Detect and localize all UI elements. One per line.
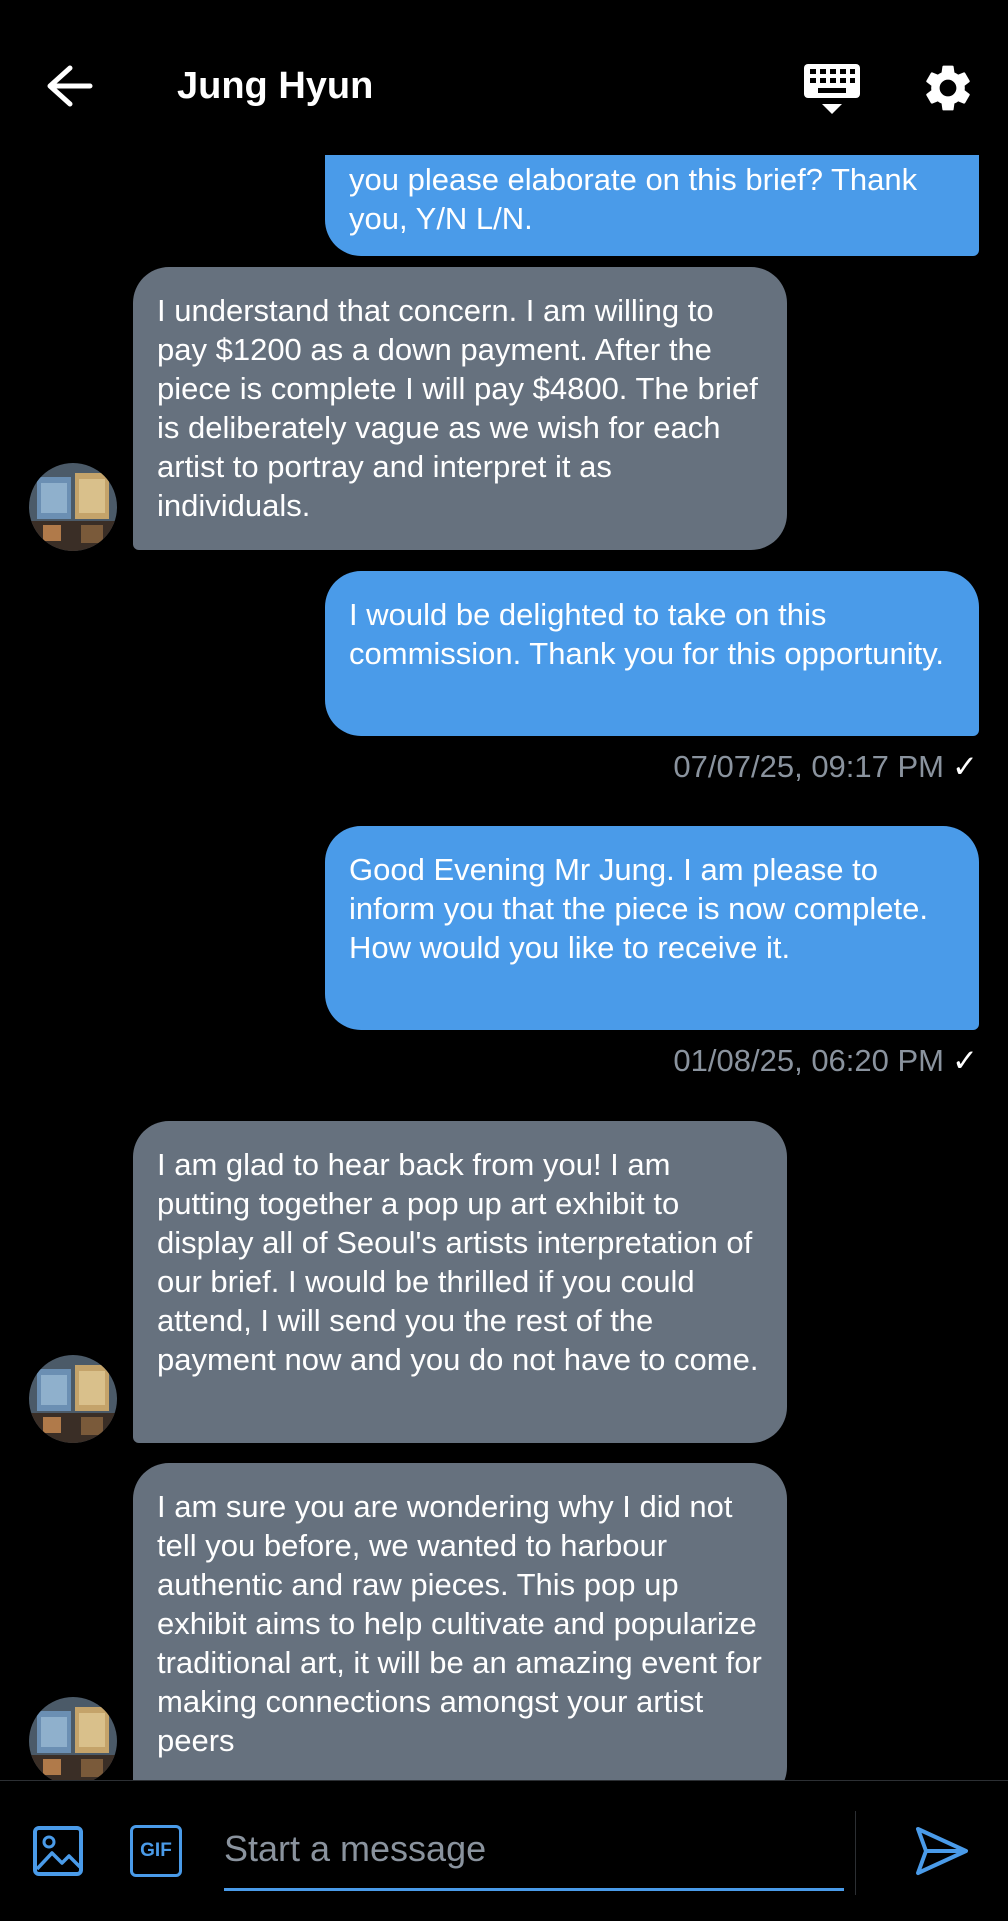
avatar[interactable] <box>29 1697 117 1780</box>
chat-header: Jung Hyun <box>0 0 1008 155</box>
avatar[interactable] <box>29 1355 117 1443</box>
outgoing-message[interactable]: you please elaborate on this brief? Than… <box>325 155 979 256</box>
gif-icon[interactable]: GIF <box>130 1825 182 1877</box>
composer-divider <box>855 1811 856 1895</box>
message-text: Good Evening Mr Jung. I am please to inf… <box>349 852 928 965</box>
keyboard-icon[interactable] <box>800 60 864 116</box>
outgoing-message[interactable]: I would be delighted to take on this com… <box>325 571 979 736</box>
avatar[interactable] <box>29 463 117 551</box>
message-composer: GIF <box>0 1780 1008 1921</box>
message-list[interactable]: you please elaborate on this brief? Than… <box>0 155 1008 1780</box>
message-timestamp: 07/07/25, 09:17 PM ✓ <box>673 749 978 784</box>
avatar-painting-icon <box>29 1355 117 1443</box>
message-input[interactable] <box>224 1809 844 1891</box>
message-text: I am sure you are wondering why I did no… <box>157 1489 762 1758</box>
back-arrow-icon[interactable] <box>40 62 96 110</box>
sent-check-icon: ✓ <box>952 1043 978 1078</box>
incoming-message[interactable]: I am sure you are wondering why I did no… <box>133 1463 787 1780</box>
message-text: you please elaborate on this brief? Than… <box>349 162 918 236</box>
message-text: I would be delighted to take on this com… <box>349 597 945 671</box>
image-icon[interactable] <box>32 1825 84 1877</box>
conversation-title[interactable]: Jung Hyun <box>177 62 373 110</box>
outgoing-message[interactable]: Good Evening Mr Jung. I am please to inf… <box>325 826 979 1030</box>
incoming-message[interactable]: I understand that concern. I am willing … <box>133 267 787 550</box>
gear-icon[interactable] <box>920 60 976 116</box>
avatar-painting-icon <box>29 1697 117 1780</box>
avatar-painting-icon <box>29 463 117 551</box>
incoming-message[interactable]: I am glad to hear back from you! I am pu… <box>133 1121 787 1443</box>
send-icon[interactable] <box>912 1821 972 1881</box>
message-timestamp: 01/08/25, 06:20 PM ✓ <box>673 1043 978 1078</box>
message-text: I am glad to hear back from you! I am pu… <box>157 1147 759 1377</box>
message-text: I understand that concern. I am willing … <box>157 293 758 523</box>
sent-check-icon: ✓ <box>952 749 978 784</box>
